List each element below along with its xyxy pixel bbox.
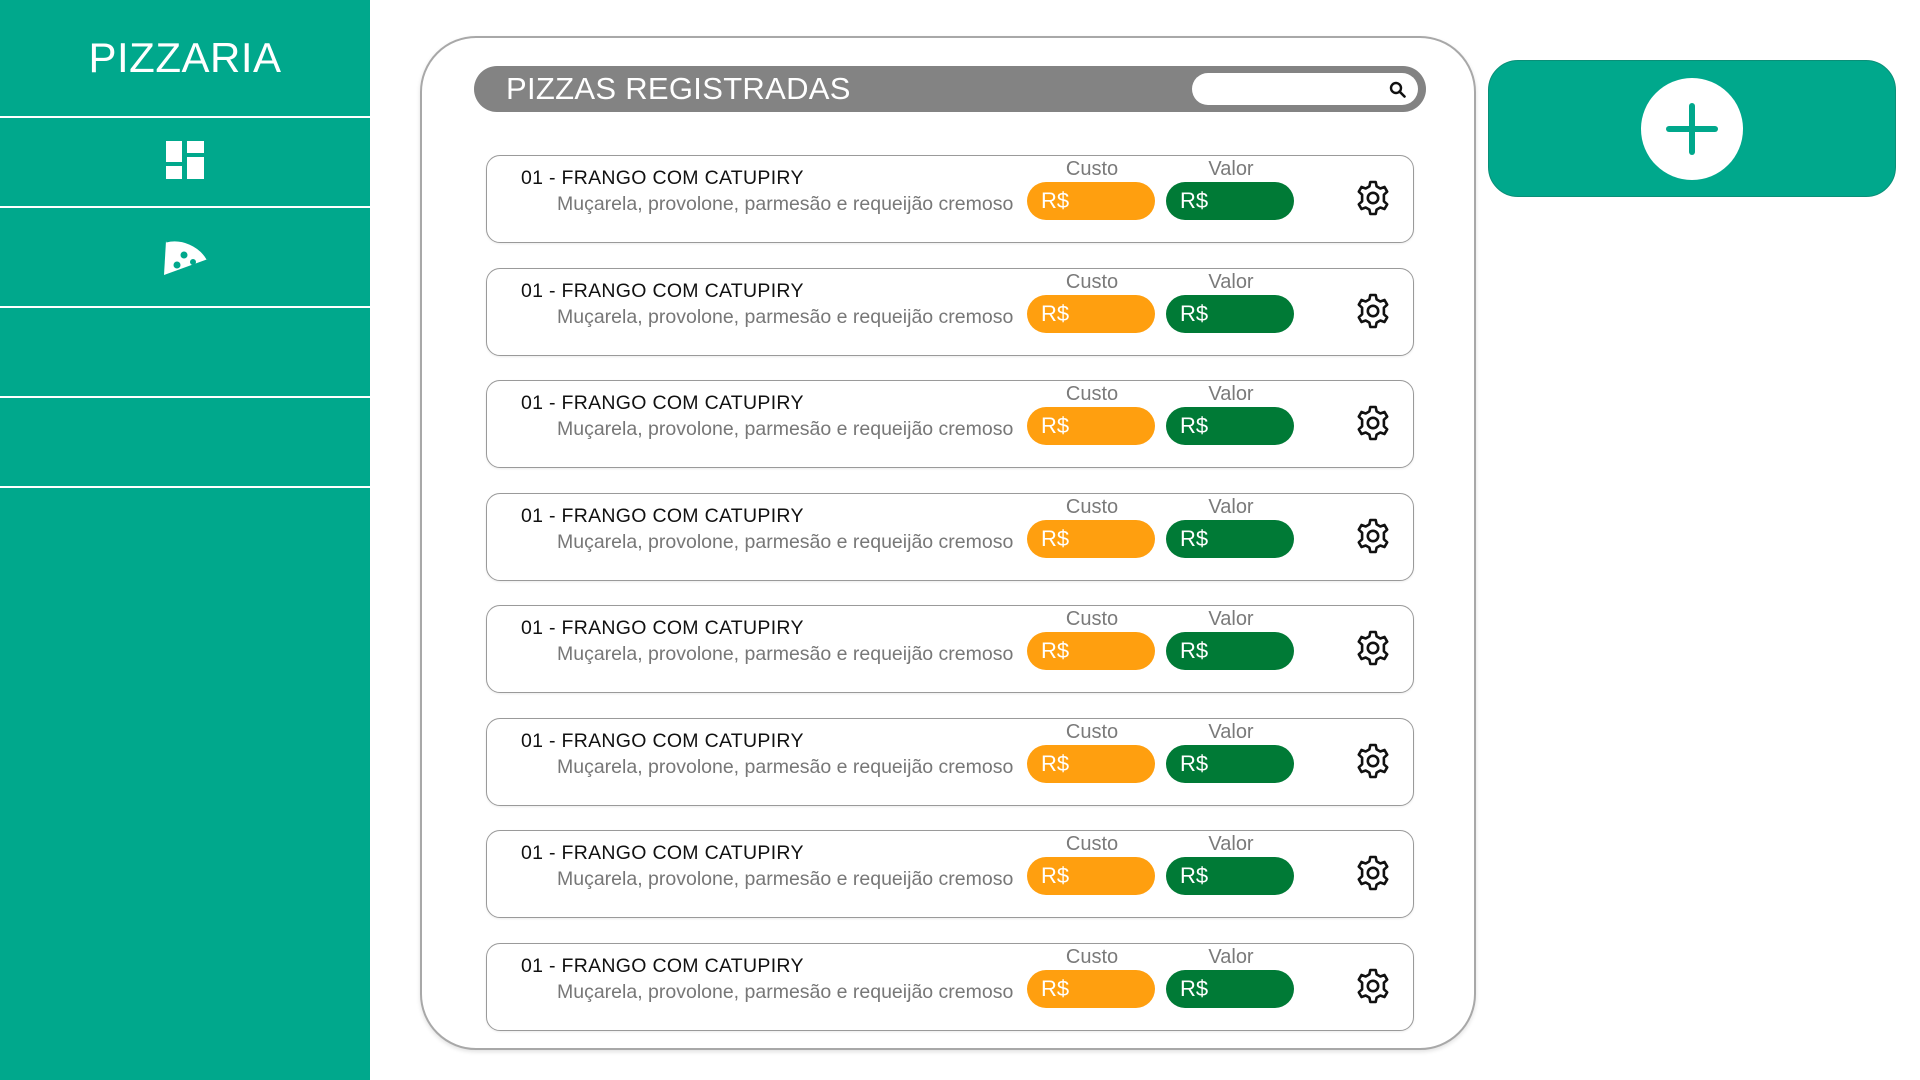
pizza-title: 01 - FRANGO COM CATUPIRY — [521, 504, 804, 527]
valor-field[interactable]: R$ — [1166, 294, 1294, 333]
dashboard-icon — [166, 140, 204, 184]
pizza-card: 01 - FRANGO COM CATUPIRY Muçarela, provo… — [486, 267, 1414, 356]
panel-header: PIZZAS REGISTRADAS — [474, 66, 1426, 112]
sidebar: PIZZARIA — [0, 0, 370, 1080]
sidebar-item-empty-1[interactable] — [0, 308, 370, 398]
pizza-description: Muçarela, provolone, parmesão e requeijã… — [557, 530, 1014, 553]
gear-icon[interactable] — [1354, 967, 1392, 1005]
valor-field[interactable]: R$ — [1166, 632, 1294, 670]
pizza-card: 01 - FRANGO COM CATUPIRY Muçarela, provo… — [486, 605, 1414, 693]
custo-field[interactable]: R$ — [1027, 519, 1155, 558]
gear-icon[interactable] — [1354, 179, 1392, 217]
sidebar-item-pizzas[interactable] — [0, 208, 370, 308]
pizza-icon — [160, 233, 210, 282]
custo-label: Custo — [1065, 945, 1119, 968]
valor-field[interactable]: R$ — [1166, 857, 1294, 895]
pizza-card: 01 - FRANGO COM CATUPIRY Muçarela, provo… — [486, 492, 1414, 581]
search-input[interactable] — [1204, 73, 1390, 105]
search-icon[interactable] — [1389, 81, 1406, 98]
gear-icon[interactable] — [1354, 292, 1392, 330]
pizzas-panel: PIZZAS REGISTRADAS 01 - FRANGO COM CATUP… — [420, 36, 1476, 1050]
gear-icon[interactable] — [1354, 404, 1392, 442]
pizza-description: Muçarela, provolone, parmesão e requeijã… — [557, 868, 1014, 890]
pizza-title: 01 - FRANGO COM CATUPIRY — [521, 167, 804, 189]
valor-field[interactable]: R$ — [1166, 519, 1294, 558]
pizza-title: 01 - FRANGO COM CATUPIRY — [521, 729, 804, 752]
valor-label: Valor — [1208, 383, 1254, 405]
valor-label: Valor — [1208, 270, 1254, 293]
custo-field[interactable]: R$ — [1027, 182, 1155, 220]
pizza-title: 01 - FRANGO COM CATUPIRY — [521, 279, 804, 302]
gear-icon[interactable] — [1354, 629, 1392, 667]
custo-field[interactable]: R$ — [1027, 407, 1155, 445]
valor-field[interactable]: R$ — [1166, 969, 1294, 1008]
valor-label: Valor — [1208, 158, 1254, 180]
gear-icon[interactable] — [1354, 517, 1392, 555]
custo-label: Custo — [1065, 270, 1119, 293]
pizza-list: 01 - FRANGO COM CATUPIRY Muçarela, provo… — [486, 155, 1414, 1055]
search-box[interactable] — [1192, 73, 1418, 105]
custo-label: Custo — [1065, 158, 1119, 180]
pizza-description: Muçarela, provolone, parmesão e requeijã… — [557, 193, 1014, 215]
valor-label: Valor — [1208, 720, 1254, 743]
gear-icon[interactable] — [1354, 854, 1392, 892]
pizza-card: 01 - FRANGO COM CATUPIRY Muçarela, provo… — [486, 717, 1414, 806]
pizza-title: 01 - FRANGO COM CATUPIRY — [521, 617, 804, 639]
valor-field[interactable]: R$ — [1166, 182, 1294, 220]
sidebar-item-empty-2[interactable] — [0, 398, 370, 488]
pizza-title: 01 - FRANGO COM CATUPIRY — [521, 392, 804, 414]
custo-label: Custo — [1065, 833, 1119, 855]
custo-field[interactable]: R$ — [1027, 969, 1155, 1008]
pizza-description: Muçarela, provolone, parmesão e requeijã… — [557, 418, 1014, 440]
pizza-card: 01 - FRANGO COM CATUPIRY Muçarela, provo… — [486, 155, 1414, 243]
valor-field[interactable]: R$ — [1166, 744, 1294, 783]
pizza-description: Muçarela, provolone, parmesão e requeijã… — [557, 305, 1014, 328]
custo-label: Custo — [1065, 383, 1119, 405]
pizza-card: 01 - FRANGO COM CATUPIRY Muçarela, provo… — [486, 830, 1414, 918]
custo-label: Custo — [1065, 720, 1119, 743]
pizza-card: 01 - FRANGO COM CATUPIRY Muçarela, provo… — [486, 942, 1414, 1031]
pizza-card: 01 - FRANGO COM CATUPIRY Muçarela, provo… — [486, 380, 1414, 468]
pizza-description: Muçarela, provolone, parmesão e requeijã… — [557, 643, 1014, 665]
plus-icon — [1641, 77, 1743, 180]
add-pizza-button[interactable] — [1488, 60, 1896, 197]
panel-title: PIZZAS REGISTRADAS — [506, 71, 851, 106]
custo-field[interactable]: R$ — [1027, 744, 1155, 783]
valor-label: Valor — [1208, 945, 1254, 968]
valor-field[interactable]: R$ — [1166, 407, 1294, 445]
valor-label: Valor — [1208, 833, 1254, 855]
pizza-description: Muçarela, provolone, parmesão e requeijã… — [557, 755, 1014, 778]
app-title: PIZZARIA — [0, 0, 370, 118]
valor-label: Valor — [1208, 608, 1254, 630]
gear-icon[interactable] — [1354, 742, 1392, 780]
custo-field[interactable]: R$ — [1027, 632, 1155, 670]
pizza-description: Muçarela, provolone, parmesão e requeijã… — [557, 980, 1014, 1003]
valor-label: Valor — [1208, 495, 1254, 518]
pizza-title: 01 - FRANGO COM CATUPIRY — [521, 954, 804, 977]
custo-field[interactable]: R$ — [1027, 857, 1155, 895]
pizza-title: 01 - FRANGO COM CATUPIRY — [521, 842, 804, 864]
sidebar-item-dashboard[interactable] — [0, 118, 370, 208]
custo-label: Custo — [1065, 495, 1119, 518]
custo-label: Custo — [1065, 608, 1119, 630]
custo-field[interactable]: R$ — [1027, 294, 1155, 333]
